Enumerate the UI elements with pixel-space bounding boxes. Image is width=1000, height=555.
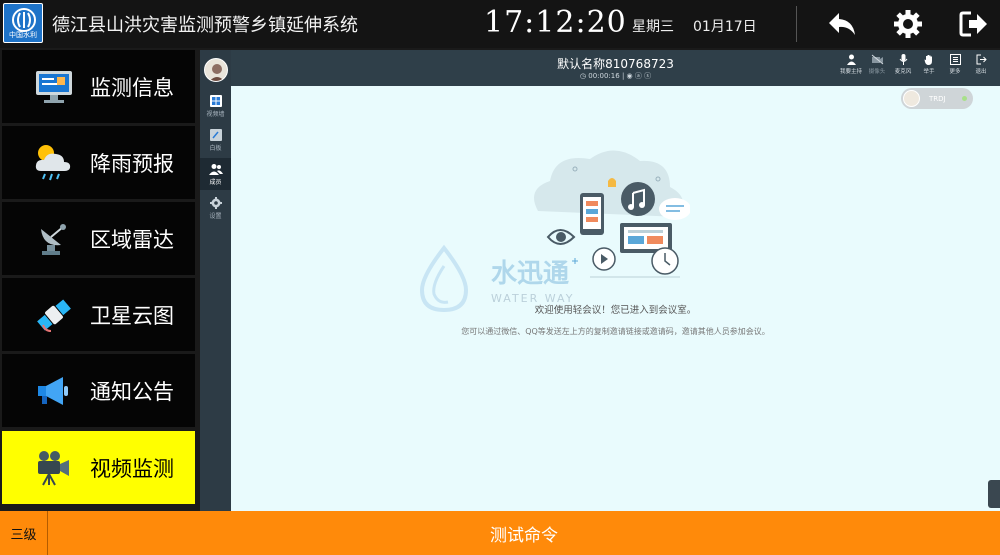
- sidebar-item-label: 区域雷达: [90, 227, 174, 252]
- gear-icon: [209, 196, 222, 209]
- meeting-status-icons: | ◉ ⓐ ⓢ: [621, 72, 652, 80]
- back-arrow-icon: [829, 13, 855, 35]
- tool-exit[interactable]: 退出: [968, 54, 994, 75]
- tool-label: 退出: [975, 69, 987, 75]
- app-window: 中国水利 德江县山洪灾害监测预警乡镇延伸系统 17:12:20 星期三 01月1…: [0, 0, 1000, 555]
- camera-off-icon: [871, 54, 883, 65]
- sidebar: 监测信息 降雨预报 区域雷达 卫星云图 通知公告 视频监测: [0, 48, 198, 511]
- tool-label: 举手: [923, 69, 935, 75]
- rail-whiteboard[interactable]: 白板: [200, 124, 231, 156]
- clock-icon: ◷: [579, 72, 587, 80]
- sidebar-item-radar[interactable]: 区域雷达: [2, 202, 195, 275]
- sidebar-item-satellite[interactable]: 卫星云图: [2, 278, 195, 351]
- command-text[interactable]: 测试命令: [48, 511, 1000, 555]
- header-divider: [796, 6, 797, 42]
- satellite-icon: [24, 290, 84, 340]
- logo-text: 中国水利: [9, 31, 37, 39]
- participant-name: TRDJ: [929, 94, 946, 103]
- tool-raise-hand[interactable]: 举手: [916, 54, 942, 75]
- meeting-toolbar: 我要主持 摄像头 麦克风 举手 更多 退出: [838, 54, 994, 75]
- sidebar-item-label: 监测信息: [90, 75, 174, 100]
- tool-microphone[interactable]: 麦克风: [890, 54, 916, 75]
- tool-label: 更多: [949, 69, 961, 75]
- welcome-message: 欢迎使用轻会议！您已进入到会议室。: [534, 305, 697, 316]
- meeting-canvas: TRDJ 水迅通 WATER WAY 欢迎使用轻会议！您已进入到会议室。 您可以…: [231, 86, 1000, 511]
- tool-host[interactable]: 我要主持: [838, 54, 864, 75]
- sidebar-item-monitoring[interactable]: 监测信息: [2, 50, 195, 123]
- date: 01月17日: [693, 19, 757, 35]
- tool-label: 麦克风: [894, 69, 912, 75]
- host-icon: [846, 54, 856, 65]
- video-camera-icon: [24, 443, 84, 493]
- exit-icon: [976, 54, 987, 65]
- more-icon: [949, 54, 961, 65]
- rail-label: 设置: [209, 212, 222, 220]
- participant-avatar: [903, 90, 920, 107]
- invite-hint: 您可以通过微信、QQ等发送左上方的复制邀请链接或邀请码，邀请其他人员参加会议。: [461, 327, 770, 336]
- tool-label: 我要主持: [839, 69, 862, 75]
- rail-label: 成员: [209, 178, 222, 186]
- logo: 中国水利: [3, 3, 43, 43]
- raise-hand-icon: [924, 55, 932, 65]
- tool-more[interactable]: 更多: [942, 54, 968, 75]
- members-icon: [208, 163, 223, 175]
- sidebar-item-label: 通知公告: [90, 379, 174, 404]
- app-title: 德江县山洪灾害监测预警乡镇延伸系统: [52, 15, 358, 36]
- radar-dish-icon: [24, 214, 84, 264]
- sidebar-item-notice[interactable]: 通知公告: [2, 354, 195, 427]
- top-bar: 中国水利 德江县山洪灾害监测预警乡镇延伸系统 17:12:20 星期三 01月1…: [0, 0, 1000, 48]
- gear-icon: [894, 10, 922, 38]
- weekday: 星期三: [632, 19, 674, 35]
- alert-level[interactable]: 三级: [0, 511, 48, 555]
- clock-time: 17:12:20: [484, 5, 627, 40]
- logout-icon: [959, 11, 987, 37]
- meeting-rail: 视频墙 白板 成员 设置: [200, 50, 231, 511]
- rail-video-wall[interactable]: 视频墙: [200, 90, 231, 122]
- sidebar-item-label: 视频监测: [90, 456, 174, 481]
- meeting-header: 默认名称810768723 ◷ 00:00:16 | ◉ ⓐ ⓢ 我要主持 摄像…: [231, 50, 1000, 86]
- command-bar: 三级 测试命令: [0, 511, 1000, 555]
- side-collapse-tab[interactable]: [988, 480, 1000, 508]
- grid-icon: [209, 94, 222, 107]
- sidebar-item-rain-forecast[interactable]: 降雨预报: [2, 126, 195, 199]
- whiteboard-icon: [209, 128, 222, 141]
- participant-pill[interactable]: TRDJ: [901, 88, 973, 109]
- rail-label: 视频墙: [206, 110, 225, 118]
- video-meeting-panel: 视频墙 白板 成员 设置 默认名称810768723 ◷ 00:00:16 | …: [200, 50, 1000, 511]
- exit-button[interactable]: [958, 8, 990, 40]
- meeting-duration: 00:00:16: [588, 72, 620, 80]
- sidebar-item-label: 降雨预报: [90, 151, 174, 176]
- sidebar-item-label: 卫星云图: [90, 303, 174, 328]
- rail-settings[interactable]: 设置: [200, 192, 231, 224]
- rain-cloud-icon: [24, 138, 84, 188]
- self-avatar[interactable]: [204, 58, 228, 82]
- sidebar-item-video[interactable]: 视频监测: [2, 431, 195, 504]
- megaphone-icon: [24, 366, 84, 416]
- watermark-text: 水迅通: [491, 259, 569, 289]
- online-status-dot: [961, 96, 967, 101]
- rail-label: 白板: [209, 144, 222, 152]
- back-button[interactable]: [826, 8, 858, 40]
- tool-label: 摄像头: [868, 69, 886, 75]
- settings-button[interactable]: [892, 8, 924, 40]
- microphone-icon: [899, 54, 907, 65]
- monitor-icon: [24, 62, 84, 112]
- tool-camera[interactable]: 摄像头: [864, 54, 890, 75]
- rail-members[interactable]: 成员: [200, 158, 231, 190]
